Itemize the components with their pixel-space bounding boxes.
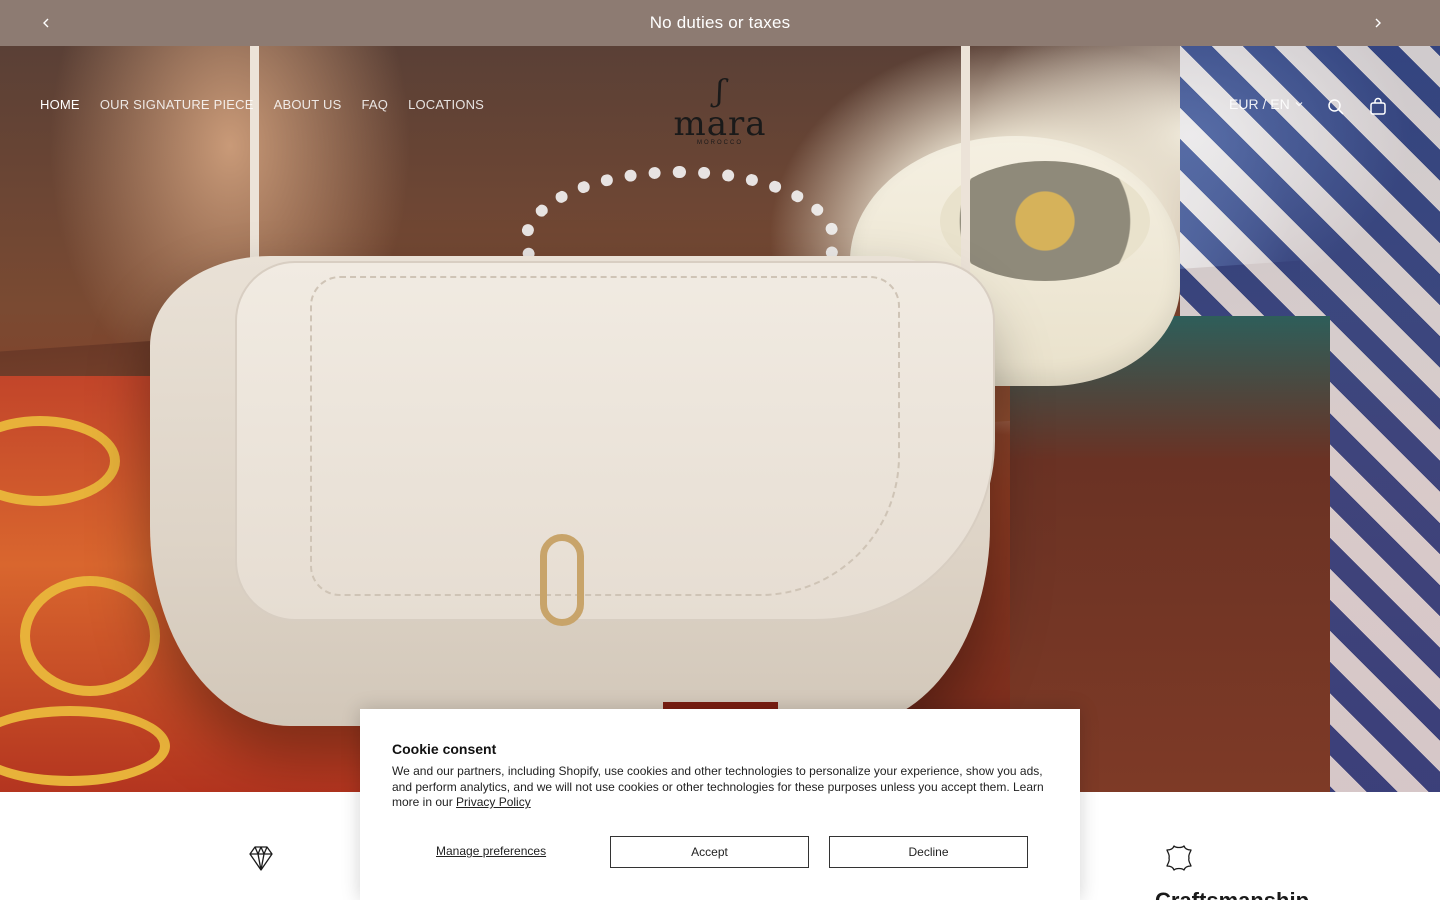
nav-home[interactable]: HOME: [40, 97, 80, 112]
hero-handbag-clasp: [540, 534, 584, 626]
chevron-left-icon[interactable]: [36, 13, 56, 33]
nav-locations[interactable]: LOCATIONS: [408, 97, 484, 112]
bag-icon[interactable]: [1367, 96, 1389, 118]
decline-button[interactable]: Decline: [829, 836, 1028, 868]
search-icon[interactable]: [1325, 96, 1347, 118]
privacy-policy-link[interactable]: Privacy Policy: [456, 795, 531, 809]
leather-hide-icon: [1163, 842, 1195, 874]
hero-handbag-stitching: [310, 276, 900, 596]
nav-about-us[interactable]: ABOUT US: [274, 97, 342, 112]
locale-label: EUR / EN: [1229, 96, 1290, 112]
chevron-right-icon[interactable]: [1368, 13, 1388, 33]
logo-wordmark: mara: [673, 104, 767, 144]
cookie-body: We and our partners, including Shopify, …: [392, 764, 1048, 811]
cookie-actions: Manage preferences Accept Decline: [392, 836, 1048, 868]
brand-logo[interactable]: ʃ mara MOROCCO: [660, 76, 780, 160]
header-utilities: EUR / EN: [1229, 96, 1304, 112]
cookie-title: Cookie consent: [392, 741, 497, 757]
locale-selector[interactable]: EUR / EN: [1229, 96, 1304, 112]
accept-button[interactable]: Accept: [610, 836, 809, 868]
manage-preferences-link[interactable]: Manage preferences: [436, 844, 546, 858]
main-nav: HOME OUR SIGNATURE PIECE ABOUT US FAQ LO…: [40, 97, 484, 112]
feature-title-craftsmanship: Craftsmanship: [1155, 888, 1309, 900]
hero-telephone-dial: [940, 161, 1150, 281]
chevron-down-icon: [1295, 102, 1303, 107]
nav-signature-piece[interactable]: OUR SIGNATURE PIECE: [100, 97, 254, 112]
announcement-text: No duties or taxes: [649, 13, 791, 32]
nav-faq[interactable]: FAQ: [361, 97, 388, 112]
cookie-consent-dialog: Cookie consent We and our partners, incl…: [360, 709, 1080, 900]
diamond-icon: [245, 842, 277, 874]
announcement-bar: No duties or taxes: [0, 0, 1440, 46]
